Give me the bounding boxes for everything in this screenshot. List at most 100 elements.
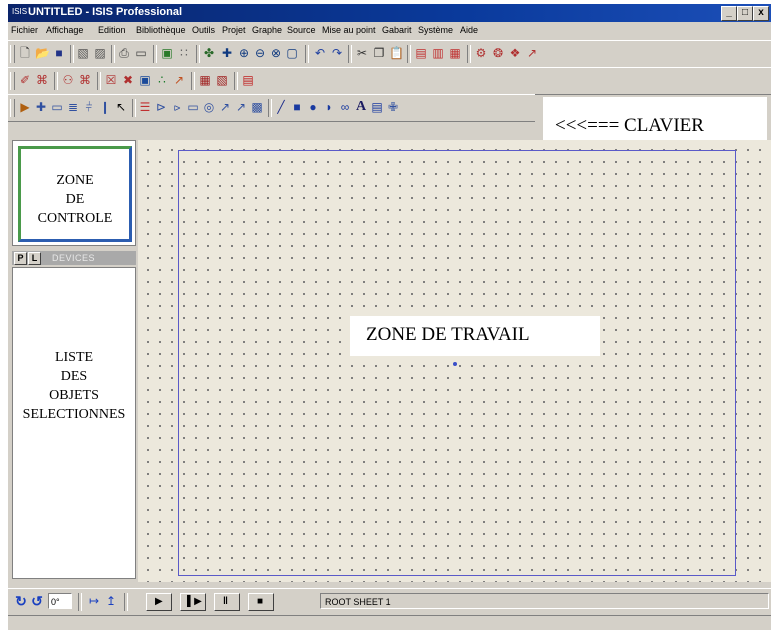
wire-label-icon[interactable]: ▭	[50, 100, 64, 114]
grid-icon[interactable]: ∷	[177, 46, 191, 60]
print-icon[interactable]: ⎙	[117, 46, 131, 60]
pin-icon[interactable]: ⊳	[154, 100, 168, 114]
overview-window[interactable]: ZONE DE CONTROLE	[12, 140, 136, 246]
zoom-out-icon[interactable]: ⊖	[253, 46, 267, 60]
mirror-y-icon[interactable]: ↥	[104, 594, 118, 608]
copy-icon[interactable]: ❐	[372, 46, 386, 60]
junction-icon[interactable]: ✚	[34, 100, 48, 114]
mirror-x-icon[interactable]: ↦	[87, 594, 101, 608]
zoom-all-icon[interactable]: ⊗	[269, 46, 283, 60]
open-icon[interactable]: 📂	[35, 46, 50, 60]
terminal-icon[interactable]: ☰	[138, 100, 152, 114]
menu-bar: Fichier Affichage Edition Bibliothèque O…	[8, 23, 771, 39]
menu-aide[interactable]: Aide	[460, 25, 478, 35]
save-icon[interactable]: ■	[52, 46, 66, 60]
play-button[interactable]: ▶	[146, 593, 172, 611]
pcb-icon[interactable]: ▦	[198, 73, 212, 87]
pcb-icon[interactable]: ▧	[215, 73, 229, 87]
close-button[interactable]: x	[753, 6, 769, 21]
menu-outils[interactable]: Outils	[192, 25, 215, 35]
netlist-icon[interactable]: ∴	[155, 73, 169, 87]
line-icon[interactable]: ╱	[274, 100, 288, 114]
rotate-ccw-icon[interactable]: ↺	[30, 594, 44, 608]
zoom-area-icon[interactable]: ▢	[285, 46, 299, 60]
toolbar-grip[interactable]	[10, 99, 15, 117]
probe-voltage-icon[interactable]: ↗	[218, 100, 232, 114]
pcb-icon[interactable]: ▤	[241, 73, 255, 87]
new-sheet-icon[interactable]: ⌘	[78, 73, 92, 87]
pause-button[interactable]: ‖	[214, 593, 240, 611]
decompose-icon[interactable]: ↗	[525, 46, 539, 60]
circle-icon[interactable]: ●	[306, 100, 320, 114]
object-selector-list[interactable]: LISTE DES OBJETS SELECTIONNES	[12, 267, 136, 579]
menu-graphe[interactable]: Graphe	[252, 25, 282, 35]
path-icon[interactable]: ∞	[338, 100, 352, 114]
print-area-icon[interactable]: ▭	[134, 46, 148, 60]
undo-icon[interactable]: ↶	[313, 46, 327, 60]
package-icon[interactable]: ❖	[508, 46, 522, 60]
goto-sheet-icon[interactable]: ✖	[121, 73, 135, 87]
instrument-icon[interactable]: ▩	[250, 100, 264, 114]
toolbar-grip[interactable]	[10, 45, 15, 63]
pick-device-icon[interactable]: ⚙	[474, 46, 488, 60]
make-device-icon[interactable]: ❂	[491, 46, 505, 60]
toolbar-grip[interactable]	[10, 72, 15, 90]
erc-icon[interactable]: ↗	[172, 73, 186, 87]
import-icon[interactable]: ▧	[76, 46, 90, 60]
maximize-button[interactable]: □	[737, 6, 753, 21]
select-icon[interactable]: ↖	[114, 100, 128, 114]
rotate-cw-icon[interactable]: ↻	[14, 594, 28, 608]
block-move-icon[interactable]: ▥	[431, 46, 445, 60]
minimize-button[interactable]: _	[721, 6, 737, 21]
zoom-in-icon[interactable]: ⊕	[237, 46, 251, 60]
component-icon[interactable]: ▶	[18, 100, 32, 114]
menu-systeme[interactable]: Système	[418, 25, 453, 35]
menu-mise-au-point[interactable]: Mise au point	[322, 25, 376, 35]
pan-icon[interactable]: ✚	[220, 46, 234, 60]
text-icon[interactable]: A	[354, 100, 368, 114]
menu-projet[interactable]: Projet	[222, 25, 246, 35]
arc-icon[interactable]: ◗	[322, 100, 336, 114]
autorouter-icon[interactable]: ✐	[18, 73, 32, 87]
new-icon[interactable]: 🗋	[18, 46, 32, 60]
menu-affichage[interactable]: Affichage	[46, 25, 83, 35]
devices-label: DEVICES	[52, 253, 96, 263]
menu-fichier[interactable]: Fichier	[11, 25, 38, 35]
menu-gabarit[interactable]: Gabarit	[382, 25, 412, 35]
box-icon[interactable]: ■	[290, 100, 304, 114]
step-button[interactable]: ▌▶	[180, 593, 206, 611]
block-copy-icon[interactable]: ▤	[414, 46, 428, 60]
device-selector-bar: P L DEVICES	[12, 251, 136, 265]
liste-line: SELECTIONNES	[22, 407, 126, 422]
script-icon[interactable]: ≣	[66, 100, 80, 114]
cut-icon[interactable]: ✂	[355, 46, 369, 60]
paste-icon[interactable]: 📋	[389, 46, 404, 60]
tape-icon[interactable]: ▭	[186, 100, 200, 114]
menu-source[interactable]: Source	[287, 25, 316, 35]
menu-edition[interactable]: Edition	[98, 25, 126, 35]
origin-marker	[453, 362, 457, 366]
bus-icon[interactable]: ⫩	[82, 100, 96, 114]
rotation-field[interactable]: 0°	[48, 593, 72, 609]
export-icon[interactable]: ▨	[93, 46, 107, 60]
stop-button[interactable]: ■	[248, 593, 274, 611]
search-tag-icon[interactable]: ⌘	[35, 73, 49, 87]
origin-icon[interactable]: ✤	[202, 46, 216, 60]
pick-devices-button[interactable]: P	[14, 252, 27, 265]
property-icon[interactable]: ⚇	[61, 73, 75, 87]
library-manager-button[interactable]: L	[28, 252, 41, 265]
bom-icon[interactable]: ▣	[138, 73, 152, 87]
marker-icon[interactable]: ✙	[386, 100, 400, 114]
block-delete-icon[interactable]: ▦	[448, 46, 462, 60]
symbol-icon[interactable]: ▤	[370, 100, 384, 114]
editing-window[interactable]: ZONE DE TRAVAIL	[138, 140, 771, 582]
subcircuit-icon[interactable]: ❙	[98, 100, 112, 114]
graph-icon[interactable]: ⪧	[170, 100, 184, 114]
separator	[132, 99, 136, 117]
delete-sheet-icon[interactable]: ☒	[104, 73, 118, 87]
refresh-icon[interactable]: ▣	[160, 46, 174, 60]
menu-bibliotheque[interactable]: Bibliothèque	[136, 25, 186, 35]
generator-icon[interactable]: ◎	[202, 100, 216, 114]
probe-current-icon[interactable]: ↗	[234, 100, 248, 114]
redo-icon[interactable]: ↷	[330, 46, 344, 60]
